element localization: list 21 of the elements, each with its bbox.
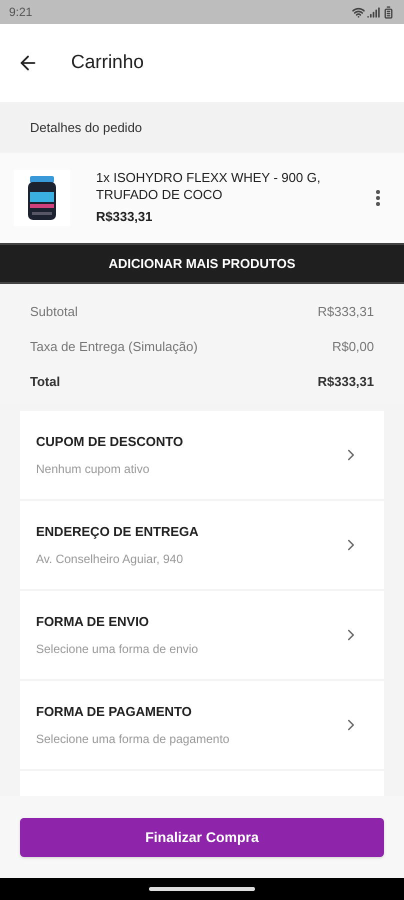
more-vertical-icon [376,190,380,206]
summary-label: Subtotal [30,302,78,321]
summary-value: R$0,00 [332,338,374,356]
status-time: 9:21 [9,4,32,21]
checkout-option[interactable]: FORMA DE PAGAMENTO Selecione uma forma de pagamento [20,681,384,769]
checkout-button[interactable]: Finalizar Compra [20,818,384,856]
summary-label: Taxa de Entrega (Simulação) [30,338,198,356]
product-name: 1x ISOHYDRO FLEXX WHEY - 900 G, TRUFADO DE COCO [96,169,322,204]
checkout-option[interactable]: ENDEREÇO DE ENTREGA Av. Conselheiro Aguiar, 940 [20,501,384,589]
product-price: R$333,31 [96,208,154,226]
summary-value: R$333,31 [318,372,374,391]
section-heading: Detalhes do pedido [30,118,142,137]
checkout-option[interactable]: CUPOM DE DESCONTO Nenhum cupom ativo [20,411,384,499]
checkout-option[interactable]: FORMA DE ENVIO Selecione uma forma de envio [20,591,384,679]
summary-label: Total [30,372,60,391]
signal-icon [367,6,380,18]
battery-icon [382,6,395,18]
add-products-button[interactable]: ADICIONAR MAIS PRODUTOS [0,243,404,284]
summary-value: R$333,31 [318,302,374,321]
page-title: Carrinho [71,50,144,75]
wifi-icon [352,6,365,18]
